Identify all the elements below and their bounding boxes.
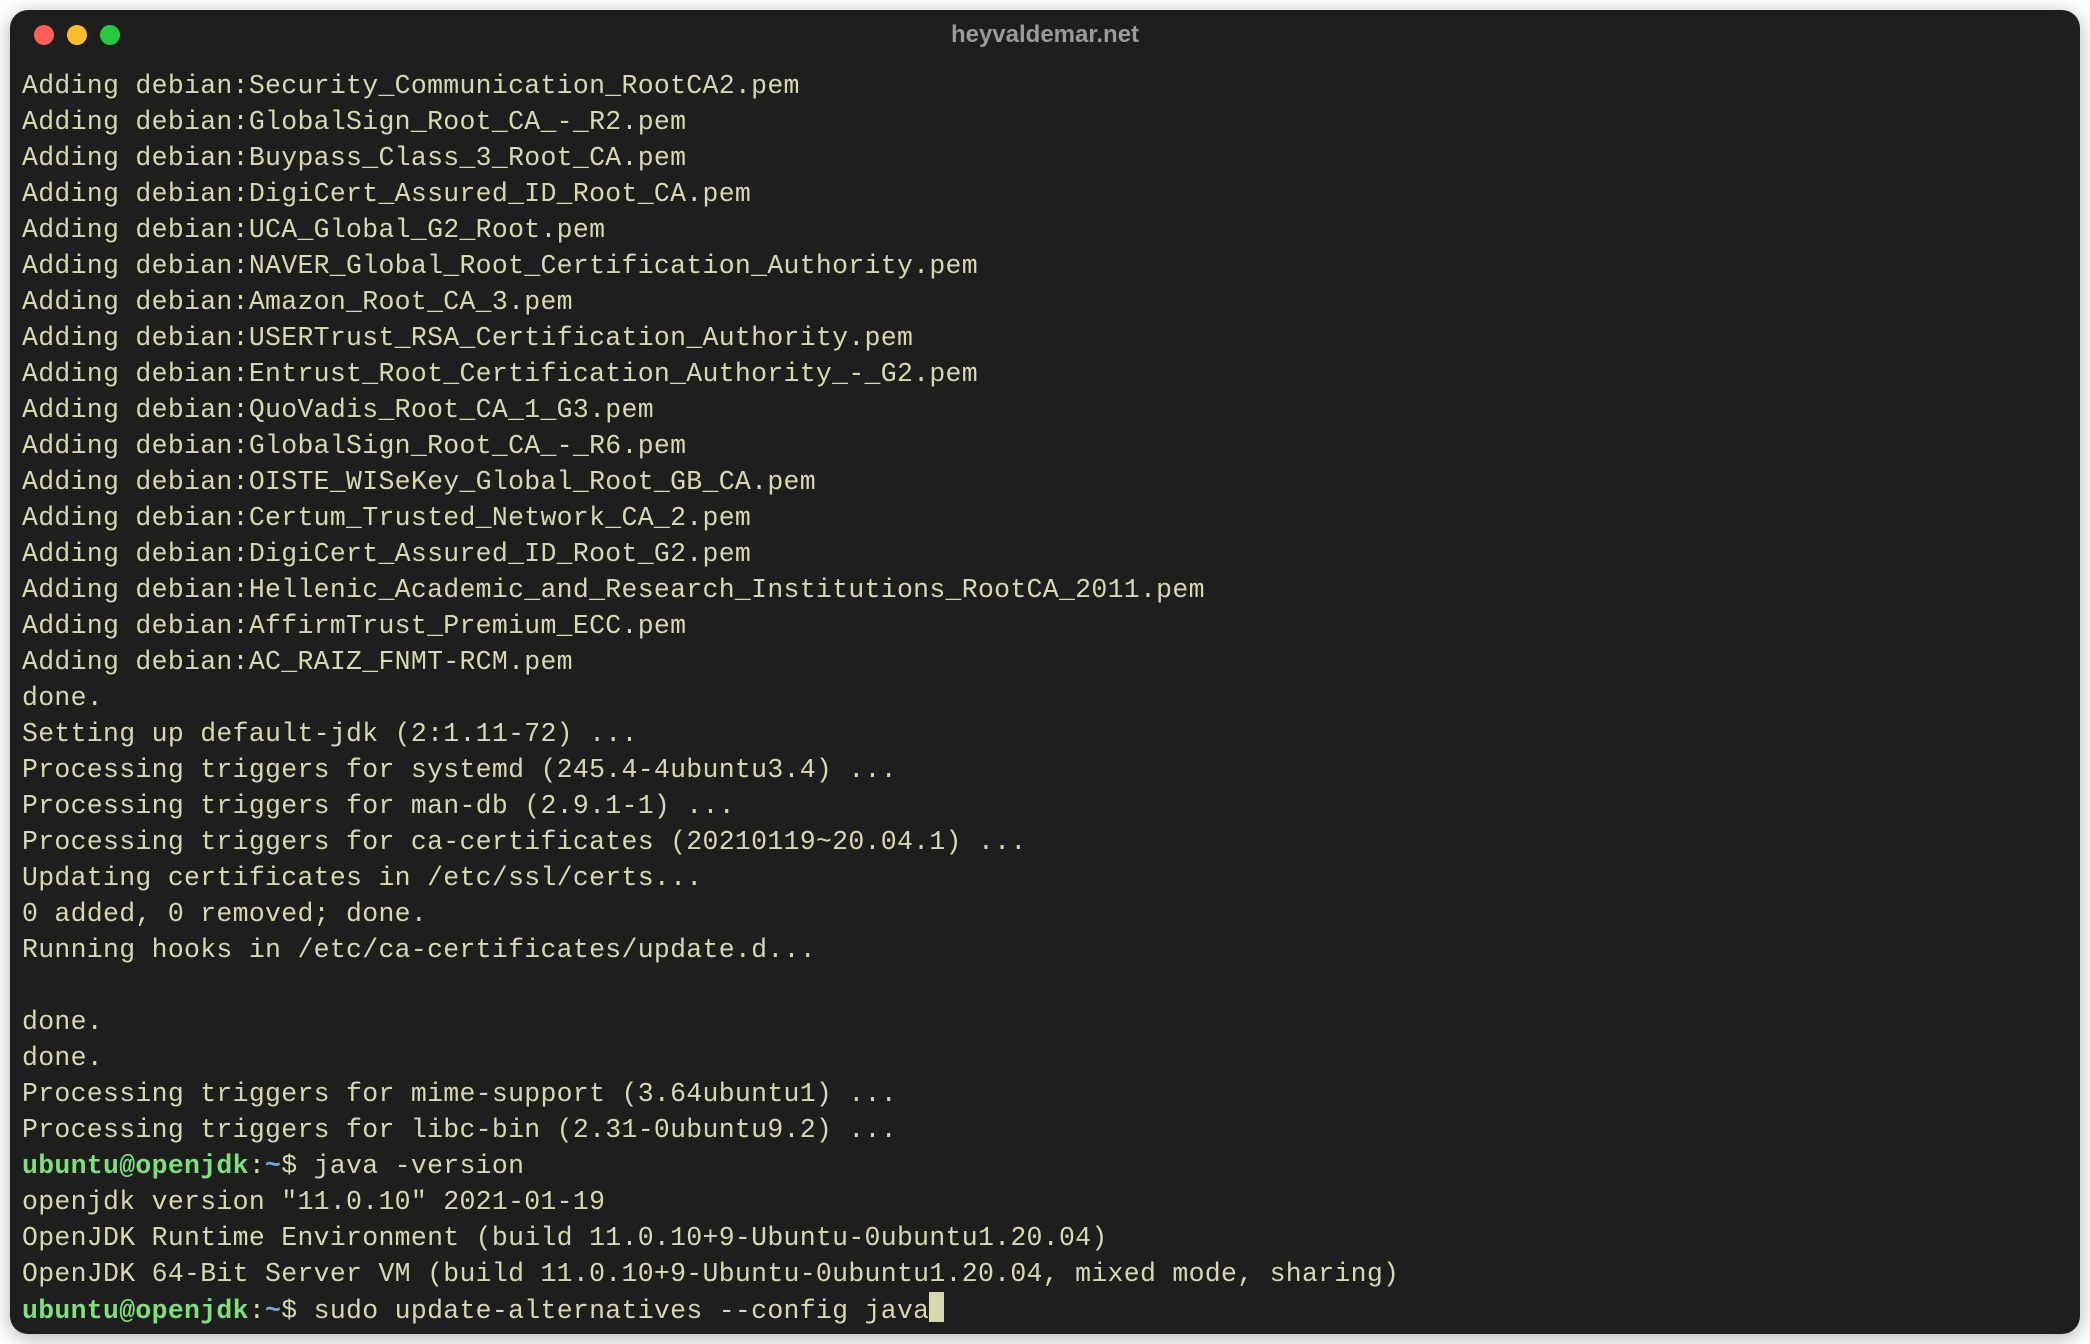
- prompt-path: ~: [265, 1296, 281, 1326]
- prompt-user: ubuntu: [22, 1296, 119, 1326]
- output-line: Adding debian:Buypass_Class_3_Root_CA.pe…: [22, 140, 2068, 176]
- output-line: 0 added, 0 removed; done.: [22, 896, 2068, 932]
- output-line: Adding debian:USERTrust_RSA_Certificatio…: [22, 320, 2068, 356]
- output-line: done.: [22, 680, 2068, 716]
- output-line: OpenJDK 64-Bit Server VM (build 11.0.10+…: [22, 1256, 2068, 1292]
- output-line: Adding debian:Certum_Trusted_Network_CA_…: [22, 500, 2068, 536]
- minimize-button[interactable]: [67, 25, 87, 45]
- output-line: Processing triggers for man-db (2.9.1-1)…: [22, 788, 2068, 824]
- zoom-button[interactable]: [100, 25, 120, 45]
- prompt-at: @: [119, 1296, 135, 1326]
- output-line: Adding debian:DigiCert_Assured_ID_Root_G…: [22, 536, 2068, 572]
- output-line: Adding debian:GlobalSign_Root_CA_-_R6.pe…: [22, 428, 2068, 464]
- prompt-path: ~: [265, 1151, 281, 1181]
- output-line: Setting up default-jdk (2:1.11-72) ...: [22, 716, 2068, 752]
- command-text: java -version: [314, 1151, 525, 1181]
- output-line: Processing triggers for libc-bin (2.31-0…: [22, 1112, 2068, 1148]
- output-line: Updating certificates in /etc/ssl/certs.…: [22, 860, 2068, 896]
- cursor-icon: [929, 1292, 944, 1322]
- prompt-at: @: [119, 1151, 135, 1181]
- output-line: [22, 968, 2068, 1004]
- prompt-colon: :: [249, 1296, 265, 1326]
- output-line: Processing triggers for systemd (245.4-4…: [22, 752, 2068, 788]
- output-line: Adding debian:DigiCert_Assured_ID_Root_C…: [22, 176, 2068, 212]
- output-line: Adding debian:QuoVadis_Root_CA_1_G3.pem: [22, 392, 2068, 428]
- output-line: Adding debian:AffirmTrust_Premium_ECC.pe…: [22, 608, 2068, 644]
- output-line: Processing triggers for mime-support (3.…: [22, 1076, 2068, 1112]
- output-line: Adding debian:GlobalSign_Root_CA_-_R2.pe…: [22, 104, 2068, 140]
- terminal-window: heyvaldemar.net Adding debian:Security_C…: [10, 10, 2080, 1334]
- command-text: sudo update-alternatives --config java: [314, 1296, 930, 1326]
- output-line: Adding debian:Amazon_Root_CA_3.pem: [22, 284, 2068, 320]
- titlebar: heyvaldemar.net: [10, 10, 2080, 60]
- output-line: Adding debian:AC_RAIZ_FNMT-RCM.pem: [22, 644, 2068, 680]
- output-line: done.: [22, 1004, 2068, 1040]
- prompt-host: openjdk: [135, 1296, 248, 1326]
- output-line: Adding debian:Hellenic_Academic_and_Rese…: [22, 572, 2068, 608]
- prompt-colon: :: [249, 1151, 265, 1181]
- output-line: OpenJDK Runtime Environment (build 11.0.…: [22, 1220, 2068, 1256]
- terminal-body[interactable]: Adding debian:Security_Communication_Roo…: [10, 60, 2080, 1334]
- output-line: Adding debian:Security_Communication_Roo…: [22, 68, 2068, 104]
- prompt-dollar: $: [281, 1151, 313, 1181]
- output-line: Adding debian:NAVER_Global_Root_Certific…: [22, 248, 2068, 284]
- output-line: Running hooks in /etc/ca-certificates/up…: [22, 932, 2068, 968]
- prompt-user: ubuntu: [22, 1151, 119, 1181]
- output-line: Adding debian:UCA_Global_G2_Root.pem: [22, 212, 2068, 248]
- prompt-host: openjdk: [135, 1151, 248, 1181]
- output-line: Adding debian:OISTE_WISeKey_Global_Root_…: [22, 464, 2068, 500]
- traffic-lights: [10, 25, 120, 45]
- output-line: done.: [22, 1040, 2068, 1076]
- close-button[interactable]: [34, 25, 54, 45]
- prompt-dollar: $: [281, 1296, 313, 1326]
- output-line: Processing triggers for ca-certificates …: [22, 824, 2068, 860]
- output-line: Adding debian:Entrust_Root_Certification…: [22, 356, 2068, 392]
- prompt-line: ubuntu@openjdk:~$ java -version: [22, 1148, 2068, 1184]
- window-title: heyvaldemar.net: [10, 21, 2080, 49]
- output-line: openjdk version "11.0.10" 2021-01-19: [22, 1184, 2068, 1220]
- prompt-line: ubuntu@openjdk:~$ sudo update-alternativ…: [22, 1292, 2068, 1329]
